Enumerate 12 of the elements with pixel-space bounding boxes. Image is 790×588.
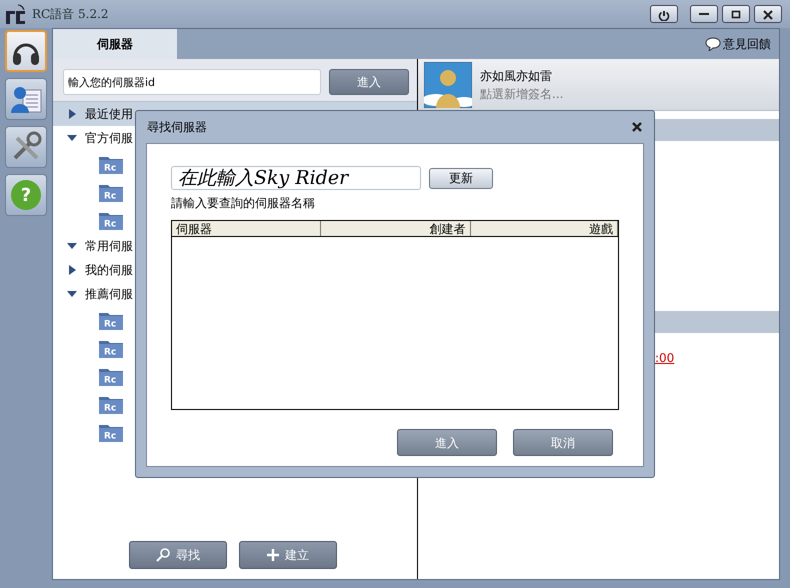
server-folder-icon: Rc	[99, 154, 123, 174]
server-folder-icon: Rc	[99, 338, 123, 358]
server-folder-icon: Rc	[99, 394, 123, 414]
dialog-title: 尋找伺服器	[147, 119, 207, 136]
server-folder-icon: Rc	[99, 422, 123, 442]
server-folder-icon: Rc	[99, 182, 123, 202]
server-folder-icon: Rc	[99, 310, 123, 330]
server-folder-icon: Rc	[99, 366, 123, 386]
window-title: RC語音 5.2.2	[32, 6, 109, 23]
server-folder-icon: Rc	[99, 210, 123, 230]
user-name: 亦如風亦如雷	[480, 68, 553, 84]
hint-text: 請輸入要查詢的伺服器名稱	[171, 195, 316, 212]
